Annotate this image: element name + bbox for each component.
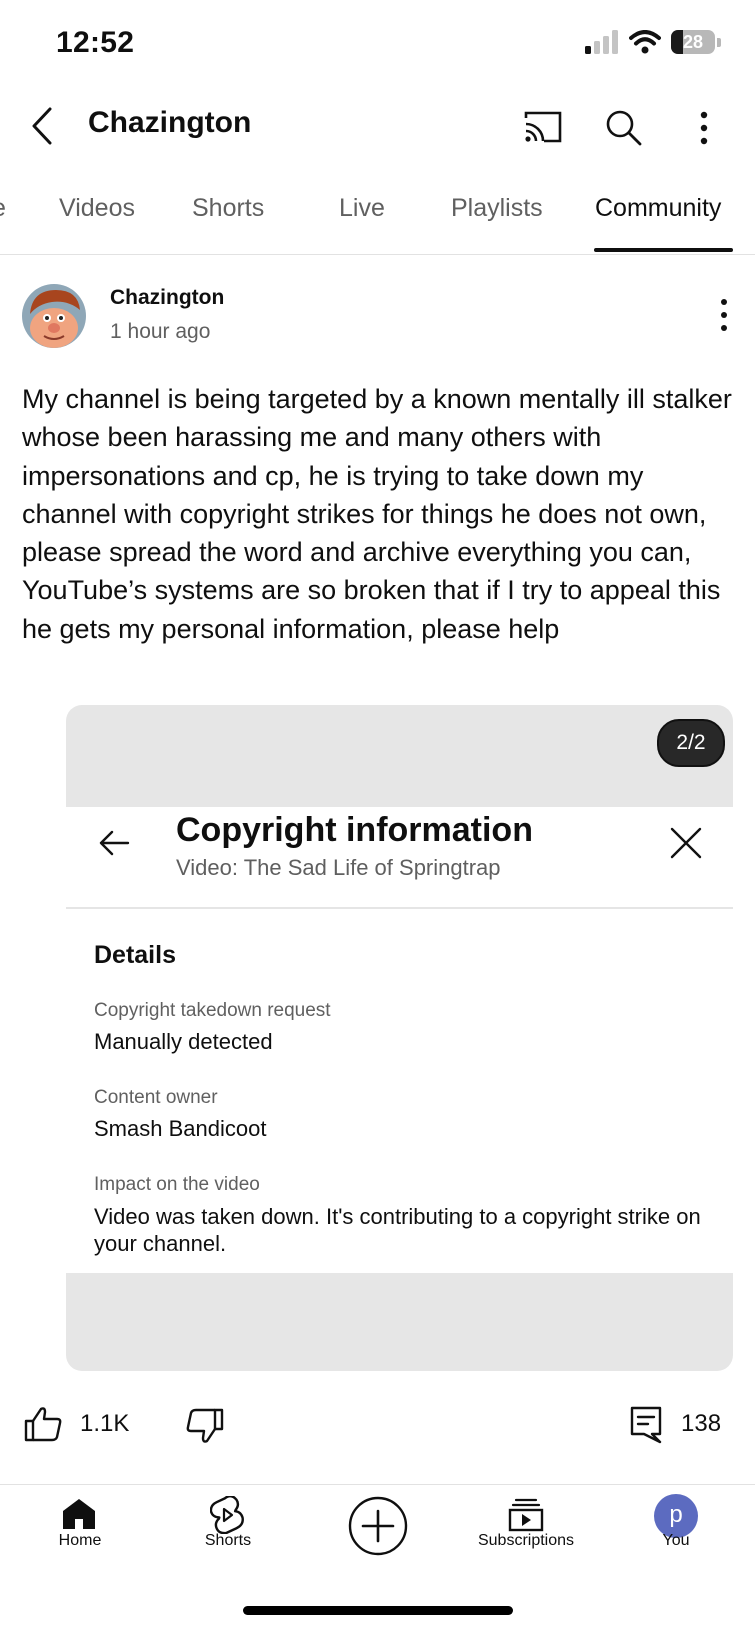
image-counter: 2/2 — [657, 719, 725, 767]
status-icons: 28 — [585, 30, 721, 54]
post-author[interactable]: Chazington — [110, 286, 224, 310]
back-icon — [32, 107, 52, 145]
search-icon — [606, 110, 642, 146]
detail-label: Content owner — [94, 1087, 218, 1108]
wifi-icon — [629, 30, 661, 54]
more-vert-icon — [700, 111, 708, 145]
detail-label: Impact on the video — [94, 1174, 260, 1195]
nav-subscriptions[interactable]: Subscriptions — [466, 1488, 586, 1558]
back-button[interactable] — [28, 106, 56, 146]
channel-title: Chazington — [88, 106, 252, 139]
nav-subscriptions-label: Subscriptions — [477, 1532, 575, 1549]
post-image[interactable]: 2/2 Copyright information Video: The Sad… — [66, 705, 733, 1371]
tab-playlists[interactable]: Playlists — [451, 194, 543, 223]
nav-divider — [0, 1484, 755, 1485]
home-icon — [63, 1499, 95, 1529]
panel-divider — [66, 907, 733, 909]
battery-icon: 28 — [671, 30, 715, 54]
cast-button[interactable] — [522, 110, 564, 144]
status-time: 12:52 — [56, 26, 135, 59]
nav-shorts-label: Shorts — [204, 1532, 252, 1549]
like-count: 1.1K — [80, 1410, 130, 1437]
detail-value: Manually detected — [94, 1029, 273, 1054]
comment-count: 138 — [681, 1410, 722, 1437]
dislike-button[interactable] — [186, 1408, 224, 1444]
detail-value: Smash Bandicoot — [94, 1116, 267, 1141]
panel-title: Copyright information — [176, 811, 533, 849]
comments-button[interactable] — [630, 1406, 662, 1444]
tab-community[interactable]: Community — [595, 194, 721, 223]
details-heading: Details — [94, 941, 176, 969]
post-time: 1 hour ago — [110, 320, 211, 343]
copyright-panel: Copyright information Video: The Sad Lif… — [66, 807, 733, 1273]
battery-cap — [717, 37, 721, 47]
thumbs-up-icon — [24, 1407, 62, 1442]
channel-tabs: e Videos Shorts Live Playlists Community — [0, 180, 755, 255]
like-button[interactable] — [24, 1406, 62, 1442]
subscriptions-icon — [508, 1498, 544, 1532]
panel-back — [98, 829, 130, 857]
tab-videos[interactable]: Videos — [59, 194, 135, 223]
close-icon — [670, 827, 702, 859]
cast-icon — [524, 111, 562, 143]
nav-home[interactable]: Home — [40, 1488, 120, 1558]
thumbs-down-icon — [186, 1408, 224, 1443]
home-indicator — [243, 1606, 513, 1615]
create-button[interactable] — [348, 1496, 408, 1556]
add-circle-icon — [348, 1496, 408, 1556]
panel-close — [670, 827, 702, 859]
nav-you-label[interactable]: You — [636, 1532, 716, 1550]
tab-partial[interactable]: e — [0, 194, 6, 223]
signal-icon — [585, 30, 618, 54]
nav-shorts[interactable]: Shorts — [188, 1488, 268, 1558]
more-vert-icon — [721, 299, 727, 331]
detail-label: Copyright takedown request — [94, 1000, 331, 1021]
shorts-icon — [210, 1496, 244, 1534]
battery-percent: 28 — [682, 32, 704, 52]
post-menu-button[interactable] — [716, 298, 732, 332]
search-button[interactable] — [604, 108, 644, 148]
post-text: My channel is being targeted by a known … — [22, 384, 732, 644]
comment-icon — [630, 1406, 662, 1444]
nav-home-label: Home — [58, 1532, 102, 1549]
author-avatar[interactable] — [22, 284, 86, 348]
tab-live[interactable]: Live — [339, 194, 385, 223]
more-options-button[interactable] — [694, 110, 714, 146]
panel-subtitle: Video: The Sad Life of Springtrap — [176, 855, 501, 880]
tab-shorts[interactable]: Shorts — [192, 194, 264, 223]
detail-value: Video was taken down. It's contributing … — [94, 1204, 701, 1256]
arrow-left-icon — [99, 830, 130, 856]
active-tab-indicator — [594, 248, 733, 252]
